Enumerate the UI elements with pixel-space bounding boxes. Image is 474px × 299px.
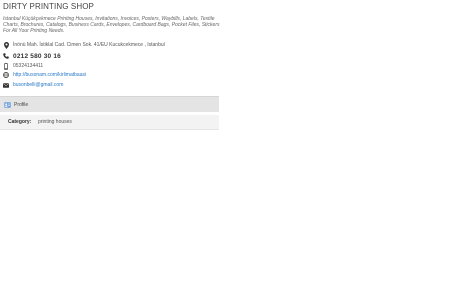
address-row: İnönü Mah. İstiklal Cad. Cimen Sok. 41/E… — [3, 41, 165, 49]
map-pin-icon — [3, 41, 9, 49]
phone-row: 0212 580 30 16 — [3, 52, 61, 60]
address-text: İnönü Mah. İstiklal Cad. Cimen Sok. 41/E… — [13, 42, 165, 48]
tab-profile[interactable]: Profile — [4, 102, 28, 108]
profile-tab-bar: Profile — [0, 96, 219, 112]
globe-icon — [3, 72, 9, 79]
website-link[interactable]: http://busonam.com/kirlimatbaasi — [13, 72, 86, 78]
mobile-phone-icon — [3, 62, 9, 70]
envelope-icon — [3, 82, 9, 89]
category-row: Category: printing houses — [0, 115, 219, 130]
email-link[interactable]: busonbelli@gmail.com — [13, 82, 63, 88]
category-label: Category: — [8, 119, 32, 125]
phone-icon — [3, 53, 9, 60]
mobile-number[interactable]: 05324134411 — [13, 63, 43, 69]
category-value[interactable]: printing houses — [38, 119, 72, 125]
tab-profile-label: Profile — [14, 101, 29, 108]
email-row: busonbelli@gmail.com — [3, 81, 63, 89]
profile-icon — [4, 101, 11, 108]
mobile-row: 05324134411 — [3, 62, 43, 70]
website-row: http://busonam.com/kirlimatbaasi — [3, 71, 86, 79]
business-description: Istanbul Küçükçekmece Printing Houses, I… — [3, 16, 220, 35]
page-title: DIRTY PRINTING SHOP — [3, 2, 94, 11]
business-listing-page: DIRTY PRINTING SHOP Istanbul Küçükçekmec… — [0, 0, 474, 299]
phone-number[interactable]: 0212 580 30 16 — [13, 53, 61, 60]
